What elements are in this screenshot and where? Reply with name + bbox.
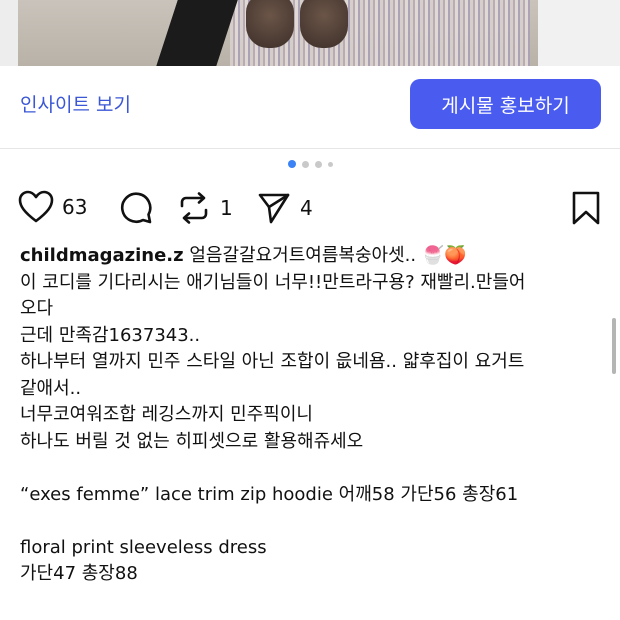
post-photo[interactable] <box>0 0 620 66</box>
like-button[interactable]: 63 <box>18 190 87 224</box>
caption-line: 근데 만족감1637343.. <box>20 324 201 346</box>
caption-line: 이 코디를 기다리시는 애기님들이 너무!!만트라구용? 재빨리.만들어 <box>20 271 526 293</box>
share-button[interactable]: 4 <box>256 190 313 226</box>
repost-button[interactable]: 1 <box>176 190 233 226</box>
photo-boot-left <box>246 0 294 48</box>
carousel-dot <box>302 160 309 168</box>
carousel-indicator <box>288 160 333 168</box>
caption-text: 얼음갈갈요거트여름복숭아셋.. <box>189 245 417 266</box>
photo-wall-left <box>0 0 18 66</box>
caption-first-line: childmagazine.z 얼음갈갈요거트여름복숭아셋.. 🍧🍑 <box>20 243 605 270</box>
caption-line: 하나도 버릴 것 없는 히피셋으로 활용해쥬세오 <box>20 430 364 452</box>
caption-line: 오다 <box>20 298 54 319</box>
photo-boot-right <box>300 0 348 48</box>
comment-icon <box>121 192 152 224</box>
caption-item-2-name: floral print sleeveless dress <box>20 536 267 558</box>
username-link[interactable]: childmagazine.z <box>20 245 184 266</box>
post-caption: childmagazine.z 얼음갈갈요거트여름복숭아셋.. 🍧🍑 이 코디를… <box>20 243 605 588</box>
caption-emoji: 🍧🍑 <box>421 245 467 266</box>
promote-post-button[interactable]: 게시물 홍보하기 <box>410 79 601 129</box>
post-action-bar: 63 1 4 <box>18 190 602 226</box>
repost-count: 1 <box>220 196 233 220</box>
heart-icon <box>18 190 54 223</box>
share-icon <box>258 193 290 224</box>
view-insights-link[interactable]: 인사이트 보기 <box>20 90 131 117</box>
carousel-dot <box>328 161 333 167</box>
scrollbar[interactable] <box>612 318 616 374</box>
comment-button[interactable] <box>118 190 154 226</box>
divider <box>0 148 620 149</box>
caption-item-1: “exes femme” lace trim zip hoodie 어깨58 가… <box>20 483 519 505</box>
share-count: 4 <box>300 196 313 220</box>
carousel-dot <box>315 160 322 168</box>
like-count: 63 <box>62 195 88 219</box>
carousel-dot-active <box>288 160 296 168</box>
caption-line: 너무코여워조합 레깅스까지 민주픽이니 <box>20 404 313 425</box>
bookmark-icon <box>572 191 600 225</box>
caption-item-2-size: 가단47 총장88 <box>20 563 138 584</box>
save-button[interactable] <box>570 190 602 226</box>
caption-line: 하나부터 열까지 민주 스타일 아닌 조합이 읎네욤.. 얇후집이 요거트 <box>20 351 525 372</box>
repost-icon <box>180 192 208 224</box>
photo-wall-right <box>538 0 620 66</box>
caption-line: 같애서.. <box>20 377 82 399</box>
